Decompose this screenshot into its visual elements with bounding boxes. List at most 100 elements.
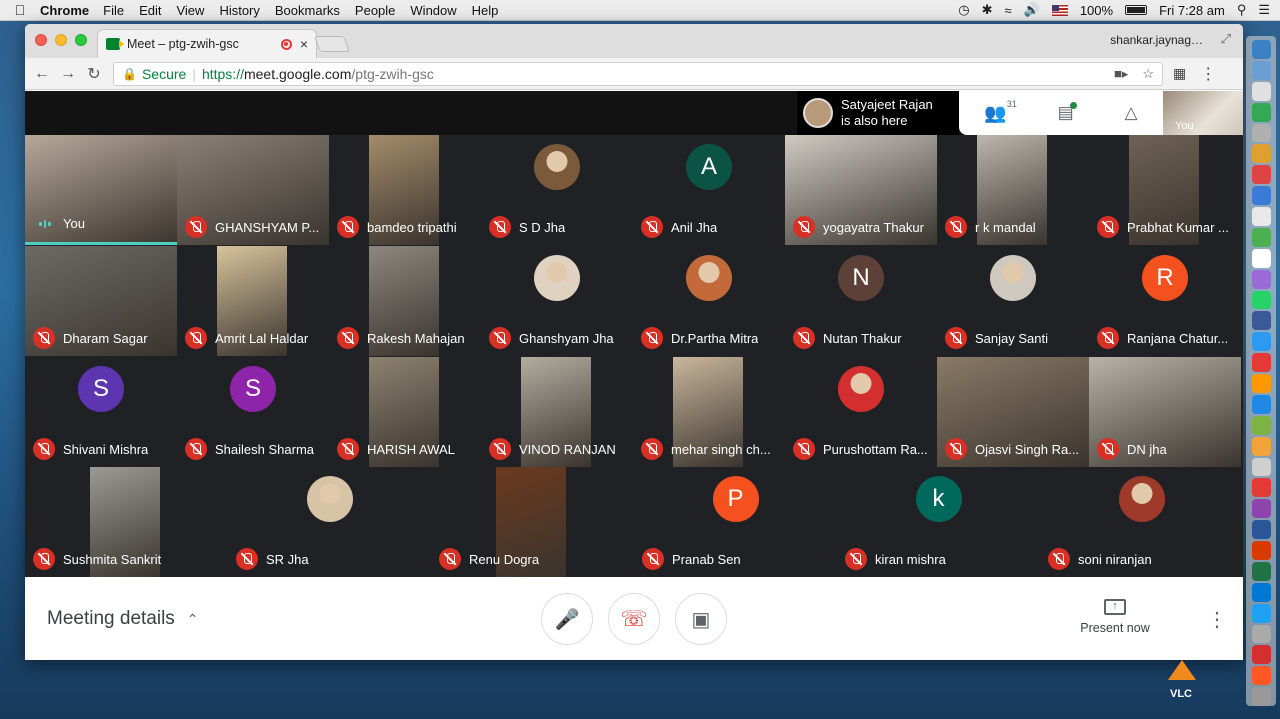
dock-app-icon[interactable] [1251,687,1271,706]
camera-in-use-icon[interactable]: ■▸ [1114,66,1128,82]
close-window-button[interactable] [35,34,47,46]
dock-app-icon[interactable] [1251,541,1271,560]
participant-tile[interactable]: DN jha [1089,357,1241,467]
notification-center-icon[interactable]: ☰ [1258,2,1270,18]
address-bar[interactable]: 🔒 Secure | https:// meet.google.com /ptg… [113,61,1163,86]
dock-app-icon[interactable] [1251,645,1271,665]
dock-app-icon[interactable] [1251,415,1271,435]
extension-grid-icon[interactable]: ▦ [1173,65,1186,82]
dock-app-icon[interactable] [1251,436,1271,456]
dock-app-icon[interactable] [1251,269,1271,289]
vlc-desktop-icon[interactable]: VLC [1160,660,1204,700]
present-now-button[interactable]: ↑ Present now [1075,599,1155,635]
self-view-thumbnail[interactable]: You [1163,91,1243,135]
dock-app-icon[interactable] [1251,353,1271,372]
apple-menu-icon[interactable]:  [0,2,40,18]
dock-app-icon[interactable] [1251,478,1271,498]
clock[interactable]: Fri 7:28 am [1159,3,1225,18]
dock-app-icon[interactable] [1251,374,1271,393]
participant-tile[interactable]: soni niranjan [1040,467,1243,577]
dock-app-icon[interactable] [1251,624,1271,644]
chat-icon[interactable]: ▤ [1058,102,1077,123]
dock-app-icon[interactable] [1251,165,1271,185]
tab-meet[interactable]: Meet – ptg-zwih-gsc × [97,29,317,58]
participant-tile[interactable]: Dr.Partha Mitra [633,246,785,356]
dock-app-icon[interactable] [1251,457,1271,477]
meeting-details-button[interactable]: Meeting details ⌃ [47,608,199,630]
participant-tile[interactable]: VINOD RANJAN [481,357,633,467]
battery-icon[interactable] [1125,5,1148,15]
more-options-icon[interactable]: ⋮ [1207,607,1227,632]
dock-app-icon[interactable] [1251,603,1271,623]
dock-app-icon[interactable] [1251,520,1271,539]
dock-app-icon[interactable] [1251,499,1271,519]
new-tab-button[interactable] [314,36,350,52]
dock-app-icon[interactable] [1251,227,1271,247]
participant-tile[interactable]: Ojasvi Singh Ra... [937,357,1089,467]
bookmark-star-icon[interactable]: ☆ [1142,66,1154,82]
menu-file[interactable]: File [103,3,124,18]
menu-people[interactable]: People [355,3,395,18]
participant-tile[interactable]: Renu Dogra [431,467,634,577]
dock-app-icon[interactable] [1251,666,1271,686]
dock-app-icon[interactable] [1251,582,1271,602]
dock-app-icon[interactable] [1251,332,1271,352]
camera-button[interactable]: ▣ [675,593,727,645]
participant-tile[interactable]: Dharam Sagar [25,246,177,356]
lock-icon[interactable]: 🔒 [122,67,137,81]
dock-app-icon[interactable] [1251,248,1271,268]
minimize-window-button[interactable] [55,34,67,46]
menu-app-name[interactable]: Chrome [40,3,89,18]
volume-icon[interactable]: 🔊 [1024,2,1040,18]
participant-tile[interactable]: S Shailesh Sharma [177,357,329,467]
participant-tile[interactable]: You [25,135,177,245]
dock-app-icon[interactable] [1251,290,1271,310]
people-icon[interactable]: 👥 31 [984,99,1016,124]
menu-window[interactable]: Window [410,3,456,18]
participant-tile[interactable]: Sanjay Santi [937,246,1089,356]
dock-app-icon[interactable] [1251,186,1271,205]
participant-tile[interactable]: Sushmita Sankrit [25,467,228,577]
participant-tile[interactable]: SR Jha [228,467,431,577]
dock-app-icon[interactable] [1251,60,1271,80]
spotlight-search-icon[interactable]: ⚲ [1237,2,1247,18]
participant-tile[interactable]: GHANSHYAM P... [177,135,329,245]
menu-history[interactable]: History [219,3,259,18]
menu-help[interactable]: Help [472,3,499,18]
participant-tile[interactable]: r k mandal [937,135,1089,245]
wifi-icon[interactable]: ≈ [1004,3,1011,18]
dock-app-icon[interactable] [1251,207,1271,226]
participant-tile[interactable]: yogayatra Thakur [785,135,937,245]
time-machine-icon[interactable]: ◷ [958,2,969,18]
menu-edit[interactable]: Edit [139,3,161,18]
activities-icon[interactable]: △ [1125,103,1138,123]
leave-call-button[interactable]: ☏ [608,593,660,645]
back-icon[interactable]: ← [29,65,55,83]
participant-tile[interactable]: Prabhat Kumar ... [1089,135,1241,245]
participant-tile[interactable]: Ghanshyam Jha [481,246,633,356]
participant-tile[interactable]: R Ranjana Chatur... [1089,246,1241,356]
forward-icon[interactable]: → [55,65,81,83]
participant-tile[interactable]: HARISH AWAL [329,357,481,467]
participant-tile[interactable]: mehar singh ch... [633,357,785,467]
participant-tile[interactable]: bamdeo tripathi [329,135,481,245]
participant-tile[interactable]: Purushottam Ra... [785,357,937,467]
fullscreen-icon[interactable]: ⤢ [1221,31,1231,47]
participant-tile[interactable]: S Shivani Mishra [25,357,177,467]
participant-tile[interactable]: Rakesh Mahajan [329,246,481,356]
dock-app-icon[interactable] [1251,394,1271,414]
menu-bookmarks[interactable]: Bookmarks [275,3,340,18]
participant-tile[interactable]: A Anil Jha [633,135,785,245]
dock-app-icon[interactable] [1251,123,1271,143]
close-tab-icon[interactable]: × [300,36,308,52]
participant-tile[interactable]: N Nutan Thakur [785,246,937,356]
profile-name[interactable]: shankar.jaynag… [1110,33,1203,47]
dock-app-icon[interactable] [1251,102,1271,122]
dock-app-icon[interactable] [1251,81,1271,101]
dock-app-icon[interactable] [1251,311,1271,331]
dock-app-icon[interactable] [1251,144,1271,164]
participant-tile[interactable]: k kiran mishra [837,467,1040,577]
menu-view[interactable]: View [176,3,204,18]
reload-icon[interactable]: ↻ [81,64,107,84]
chrome-menu-icon[interactable]: ⋮ [1200,64,1216,84]
